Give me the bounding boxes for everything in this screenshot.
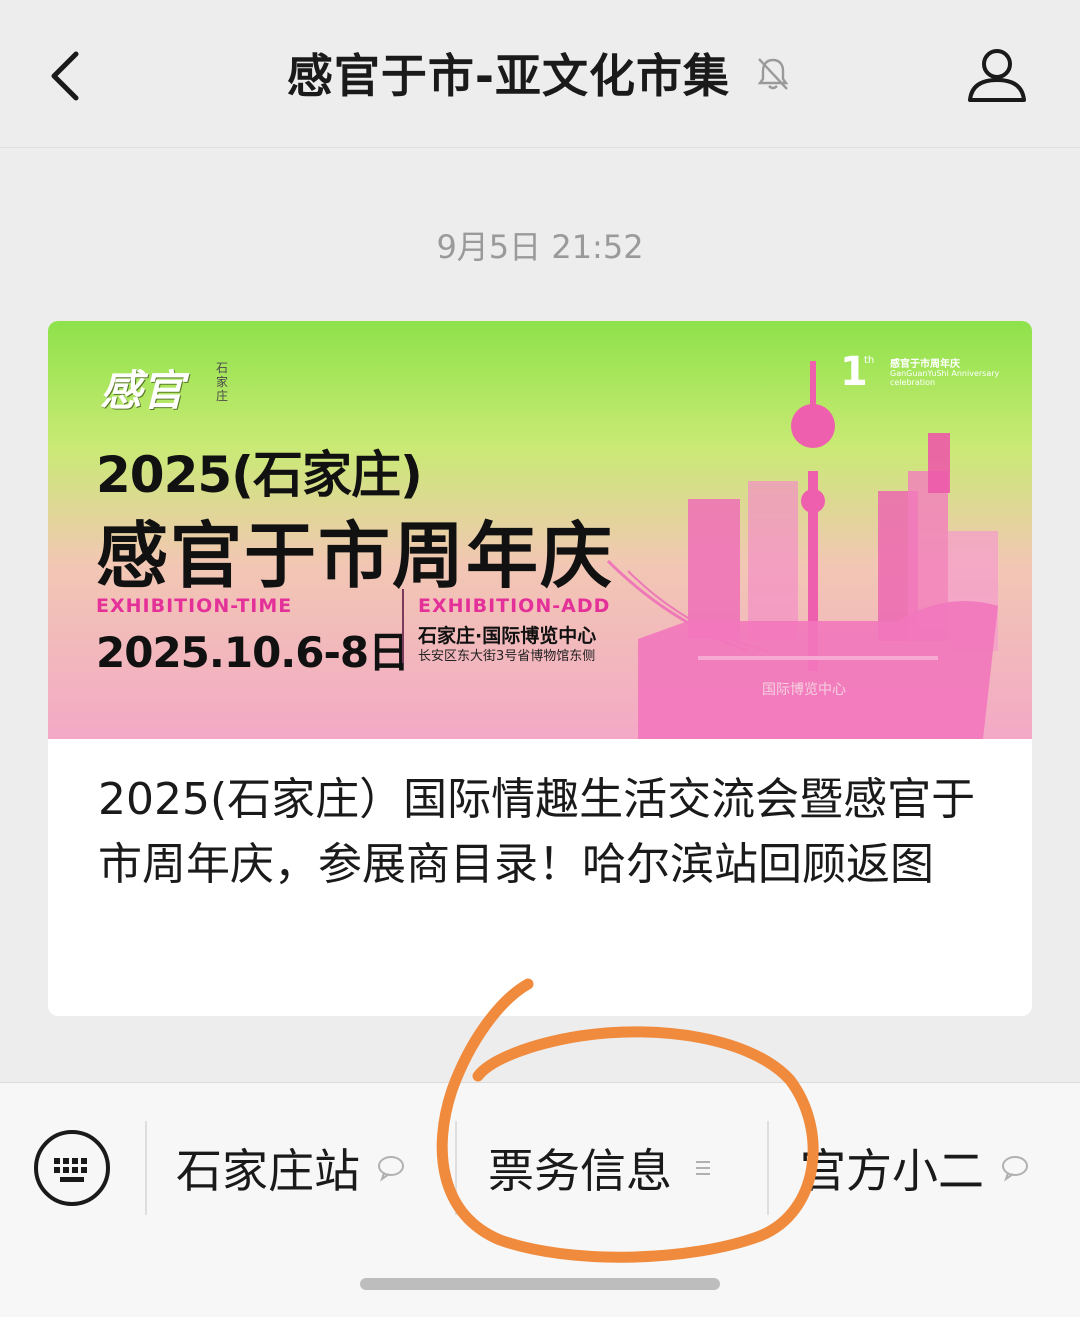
anniversary-en-label: GanGuanYuShi Anniversary celebration: [890, 369, 1000, 387]
article-card[interactable]: 感官 石家庄 1 th 感官于市周年庆 GanGuanYuShi Anniver…: [48, 321, 1032, 1016]
menu-divider: [767, 1121, 769, 1215]
anniversary-suffix: th: [864, 355, 875, 366]
building-sign: 国际博览中心: [762, 682, 846, 698]
speech-bubble-icon: [378, 1156, 404, 1182]
person-icon: [968, 49, 1026, 102]
home-indicator[interactable]: [360, 1278, 720, 1290]
banner-divider: [402, 589, 404, 663]
menu-lines-icon: [696, 1161, 710, 1175]
menu-divider: [145, 1121, 147, 1215]
page-title: 感官于市-亚文化市集: [286, 49, 730, 103]
menu-item-label: 票务信息: [488, 1144, 672, 1198]
menu-divider: [455, 1121, 457, 1215]
message-timestamp: 9月5日 21:52: [436, 228, 644, 266]
brand-logo: 感官: [100, 366, 185, 415]
menu-item-official-service[interactable]: 官方小二: [800, 1133, 1030, 1203]
bell-off-icon: [757, 58, 789, 90]
exhibition-address-label: EXHIBITION-ADD: [418, 595, 611, 617]
menu-item-label: 石家庄站: [176, 1144, 360, 1198]
exhibition-venue: 石家庄·国际博览中心: [418, 625, 597, 647]
menu-item-shijiazhuang[interactable]: 石家庄站: [176, 1133, 406, 1203]
article-cover-image: 感官 石家庄 1 th 感官于市周年庆 GanGuanYuShi Anniver…: [48, 321, 1032, 739]
logo-city-label: 石家庄: [216, 361, 229, 403]
profile-button[interactable]: [962, 42, 1032, 106]
keyboard-toggle-button[interactable]: [32, 1128, 112, 1208]
banner-headline: 感官于市周年庆: [96, 514, 615, 598]
exhibition-address: 长安区东大街3号省博物馆东侧: [418, 649, 596, 664]
anniversary-cn-label: 感官于市周年庆: [890, 359, 960, 370]
chat-header: 感官于市-亚文化市集: [0, 0, 1080, 148]
speech-bubble-icon: [1002, 1156, 1028, 1182]
menu-item-ticket-info[interactable]: 票务信息: [488, 1133, 718, 1203]
keyboard-icon: [34, 1130, 110, 1206]
article-title[interactable]: 2025(石家庄）国际情趣生活交流会暨感官于市周年庆，参展商目录！哈尔滨站回顾返…: [98, 767, 998, 897]
title-area: 感官于市-亚文化市集: [0, 40, 1080, 110]
menu-item-label: 官方小二: [800, 1144, 984, 1198]
exhibition-time-label: EXHIBITION-TIME: [96, 595, 293, 617]
exhibition-date: 2025.10.6-8日: [96, 628, 410, 677]
